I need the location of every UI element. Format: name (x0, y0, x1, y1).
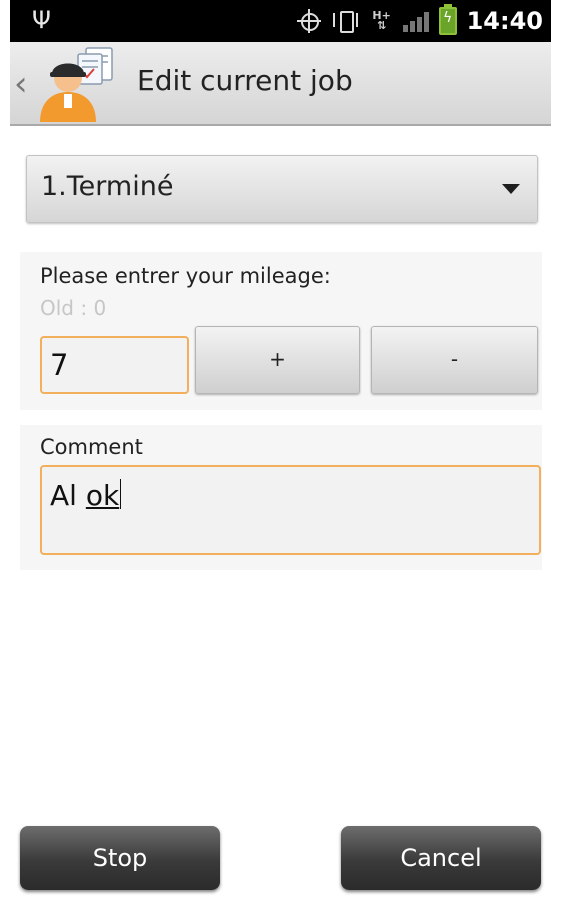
stop-button-label: Stop (92, 844, 148, 872)
decrement-button[interactable]: - (371, 326, 538, 394)
mileage-label: Please entrer your mileage: (40, 264, 331, 288)
clock: 14:40 (466, 7, 543, 35)
signal-icon (402, 10, 429, 32)
comment-text: Al ok (50, 479, 122, 512)
stop-button[interactable]: Stop (20, 826, 220, 890)
page-title: Edit current job (137, 64, 353, 97)
battery-charging-icon: ϟ (438, 4, 457, 35)
mileage-input[interactable]: 7 (40, 336, 189, 394)
cancel-button[interactable]: Cancel (341, 826, 541, 890)
courier-worker-icon[interactable] (34, 46, 118, 122)
comment-label: Comment (40, 435, 143, 459)
chevron-left-icon[interactable]: ‹ (14, 64, 28, 104)
mileage-panel: Please entrer your mileage: Old : 0 7 + … (20, 252, 542, 410)
status-dropdown-value: 1.Terminé (41, 171, 174, 202)
mileage-input-value: 7 (50, 348, 69, 382)
comment-panel: Comment Al ok (20, 425, 542, 570)
text-cursor (120, 479, 122, 509)
screen: Ψ H+ ⇅ ϟ 14:40 ‹ Edit current job 1.Term… (10, 0, 551, 900)
comment-textarea[interactable]: Al ok (40, 465, 541, 555)
comment-text-plain: Al (50, 479, 86, 512)
dropdown-arrow-icon (502, 184, 520, 194)
cancel-button-label: Cancel (400, 844, 482, 872)
comment-text-composing: ok (85, 479, 120, 512)
hspa-icon: H+ ⇅ (372, 9, 391, 32)
status-icons: H+ ⇅ ϟ 14:40 (296, 0, 543, 42)
status-bar: Ψ H+ ⇅ ϟ 14:40 (10, 0, 551, 42)
decrement-button-label: - (450, 347, 459, 371)
increment-button-label: + (269, 347, 286, 371)
action-bar: ‹ Edit current job (10, 42, 551, 126)
status-dropdown[interactable]: 1.Terminé (26, 155, 538, 223)
old-mileage-hint: Old : 0 (40, 296, 107, 320)
vibrate-icon (331, 9, 361, 33)
gps-icon (296, 9, 321, 33)
usb-icon: Ψ (32, 6, 51, 34)
increment-button[interactable]: + (195, 326, 360, 394)
